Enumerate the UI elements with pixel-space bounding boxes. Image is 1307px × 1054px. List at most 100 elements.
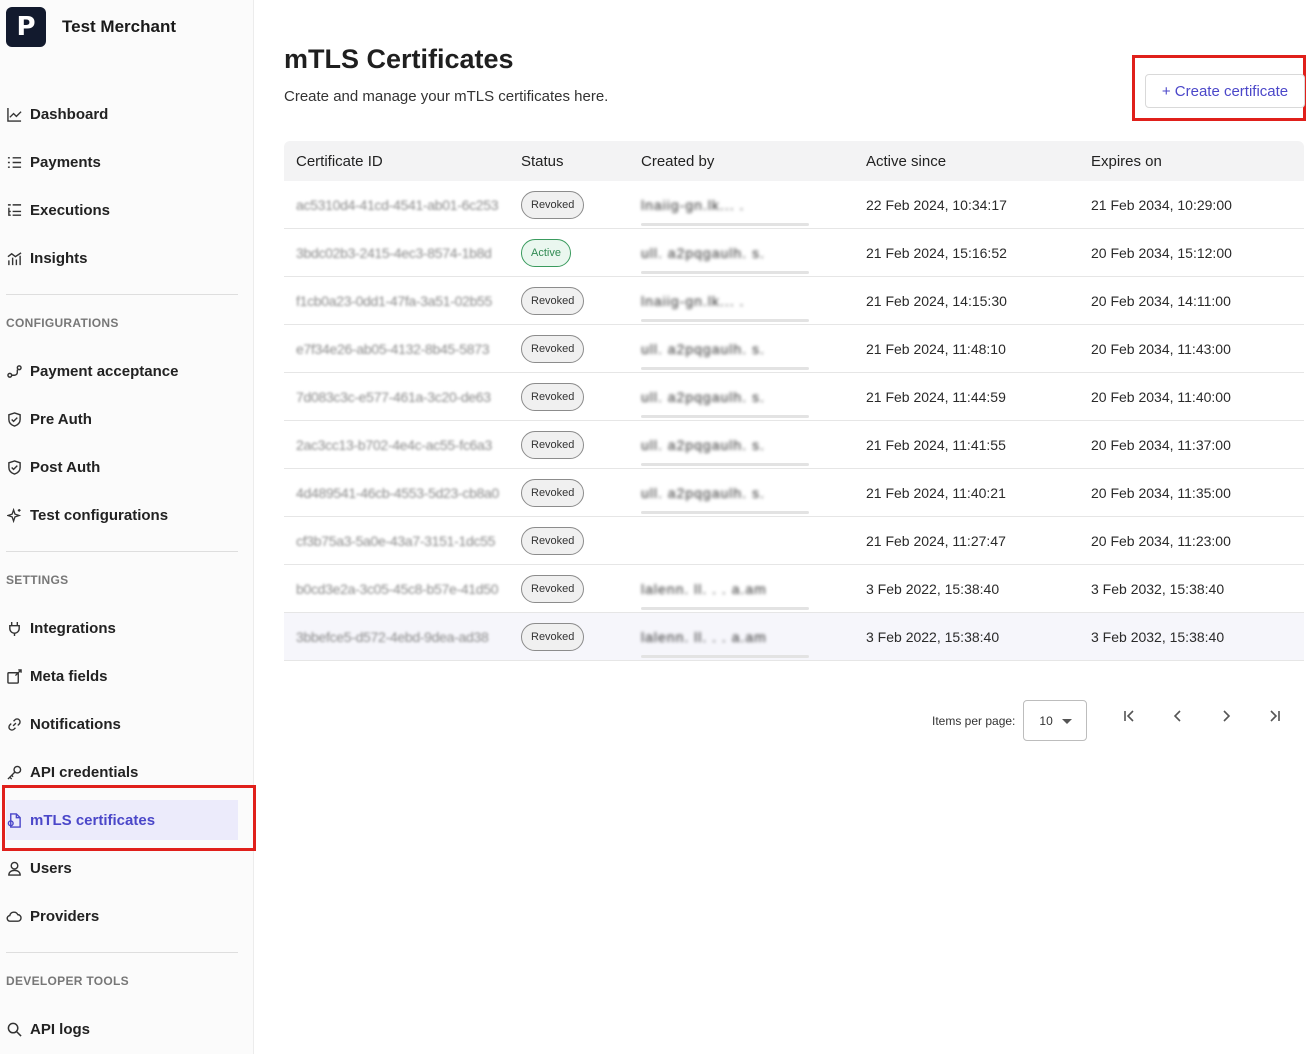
status-cell: Revoked xyxy=(521,430,641,459)
certificate-id: 3bdc02b3-2415-4ec3-8574-1b8d xyxy=(296,244,492,261)
sidebar-item-api-logs[interactable]: API logs xyxy=(6,1009,238,1049)
sidebar-item-users[interactable]: Users xyxy=(6,848,238,888)
pagination: Items per page: 10 xyxy=(932,700,1088,741)
flow-icon xyxy=(6,363,22,379)
certificate-id-cell: 2ac3cc13-b702-4e4c-ac55-fc6a3 xyxy=(284,437,521,453)
sidebar-item-providers[interactable]: Providers xyxy=(6,896,238,936)
table-row[interactable]: 3bbefce5-d572-4ebd-9dea-ad38 Revoked lalen… xyxy=(284,613,1304,661)
created-by-cell: ull. a2pqgaulh. s. xyxy=(641,373,866,420)
created-by-underline xyxy=(641,463,809,466)
created-by-cell: lnaiig-gn.lk... . xyxy=(641,181,866,228)
column-header-created-by[interactable]: Created by xyxy=(641,141,866,181)
status-cell: Revoked xyxy=(521,190,641,219)
table-row[interactable]: 3bdc02b3-2415-4ec3-8574-1b8d Active ull. a… xyxy=(284,229,1304,277)
certificate-id-cell: e7f34e26-ab05-4132-8b45-5873 xyxy=(284,341,521,357)
table-body: ac5310d4-41cd-4541-ab01-6c253 Revoked lna… xyxy=(284,181,1304,661)
created-by: lalenn. ll. . . a.am xyxy=(641,628,767,645)
created-by-underline xyxy=(641,319,809,322)
edit-icon xyxy=(6,668,22,684)
plug-icon xyxy=(6,620,22,636)
sidebar-item-payment-acceptance[interactable]: Payment acceptance xyxy=(6,351,238,391)
table-row[interactable]: ac5310d4-41cd-4541-ab01-6c253 Revoked lna… xyxy=(284,181,1304,229)
brand[interactable]: P Test Merchant xyxy=(6,7,176,47)
sidebar-item-dashboard[interactable]: Dashboard xyxy=(6,94,238,134)
status-badge: Revoked xyxy=(521,190,585,219)
sidebar-item-integrations[interactable]: Integrations xyxy=(6,608,238,648)
first-page-button[interactable] xyxy=(1118,704,1142,728)
last-page-button[interactable] xyxy=(1262,704,1286,728)
last-page-icon xyxy=(1270,710,1280,722)
column-header-active-since[interactable]: Active since xyxy=(866,153,1091,170)
sidebar-item-pre-auth[interactable]: Pre Auth xyxy=(6,399,238,439)
sidebar: P Test Merchant Dashboard Payments Execu… xyxy=(0,0,254,1054)
certificate-id: e7f34e26-ab05-4132-8b45-5873 xyxy=(296,340,490,357)
certificate-id-cell: 4d489541-46cb-4553-5d23-cb8a0 xyxy=(284,485,521,501)
status-badge: Revoked xyxy=(521,286,585,315)
created-by: lnaiig-gn.lk... . xyxy=(641,196,745,213)
items-per-page-select[interactable]: 10 xyxy=(1023,700,1088,741)
divider xyxy=(6,294,238,295)
next-page-button[interactable] xyxy=(1214,704,1238,728)
divider xyxy=(6,551,238,552)
sparkle-icon xyxy=(6,507,22,523)
sidebar-item-label: Providers xyxy=(30,907,100,925)
table-row[interactable]: b0cd3e2a-3c05-45c8-b57e-41d50 Revoked lale… xyxy=(284,565,1304,613)
sidebar-item-insights[interactable]: Insights xyxy=(6,238,238,278)
sidebar-item-notifications[interactable]: Notifications xyxy=(6,704,238,744)
merchant-name: Test Merchant xyxy=(62,17,176,36)
certificate-id-cell: b0cd3e2a-3c05-45c8-b57e-41d50 xyxy=(284,581,521,597)
sidebar-item-label: Notifications xyxy=(30,715,121,733)
created-by-underline xyxy=(641,607,809,610)
items-per-page-label: Items per page: xyxy=(932,713,1016,728)
sidebar-item-label: API logs xyxy=(30,1020,91,1038)
created-by-cell: lalenn. ll. . . a.am xyxy=(641,613,866,660)
column-header-status[interactable]: Status xyxy=(521,153,641,170)
created-by-underline xyxy=(641,367,809,370)
cloud-icon xyxy=(6,908,22,924)
created-by: ull. a2pqgaulh. s. xyxy=(641,388,765,405)
certificate-id-cell: f1cb0a23-0dd1-47fa-3a51-02b55 xyxy=(284,293,521,309)
chevron-right-icon xyxy=(1223,710,1231,722)
expires-on-cell: 20 Feb 2034, 11:35:00 xyxy=(1091,484,1231,501)
created-by: lalenn. ll. . . a.am xyxy=(641,580,767,597)
column-header-certificate-id[interactable]: Certificate ID xyxy=(284,153,521,170)
chevron-left-icon xyxy=(1173,710,1181,722)
page-title: mTLS Certificates xyxy=(284,44,514,74)
caret-down-icon xyxy=(1062,719,1073,724)
expires-on-cell: 20 Feb 2034, 11:23:00 xyxy=(1091,532,1231,549)
expires-on-cell: 20 Feb 2034, 11:37:00 xyxy=(1091,436,1231,453)
sidebar-item-meta-fields[interactable]: Meta fields xyxy=(6,656,238,696)
status-cell: Revoked xyxy=(521,334,641,363)
certificate-id: 3bbefce5-d572-4ebd-9dea-ad38 xyxy=(296,628,489,645)
table-row[interactable]: 2ac3cc13-b702-4e4c-ac55-fc6a3 Revoked ull.… xyxy=(284,421,1304,469)
certificate-id-cell: ac5310d4-41cd-4541-ab01-6c253 xyxy=(284,197,521,213)
previous-page-button[interactable] xyxy=(1166,704,1190,728)
list-icon xyxy=(6,154,22,170)
sidebar-item-label: Users xyxy=(30,859,72,877)
bar-chart-icon xyxy=(6,250,22,266)
sidebar-item-label: Executions xyxy=(30,201,111,219)
table-row[interactable]: f1cb0a23-0dd1-47fa-3a51-02b55 Revoked lna… xyxy=(284,277,1304,325)
expires-on-cell: 20 Feb 2034, 14:11:00 xyxy=(1091,292,1231,309)
user-icon xyxy=(6,860,22,876)
sidebar-item-payments[interactable]: Payments xyxy=(6,142,238,182)
table-row[interactable]: e7f34e26-ab05-4132-8b45-5873 Revoked ull. … xyxy=(284,325,1304,373)
certificate-id: 7d083c3c-e577-461a-3c20-de63 xyxy=(296,388,491,405)
items-per-page-value: 10 xyxy=(1039,713,1053,728)
active-since-cell: 21 Feb 2024, 11:48:10 xyxy=(866,340,1006,357)
certificate-id-cell: cf3b75a3-5a0e-43a7-3151-1dc55 xyxy=(284,533,521,549)
sidebar-item-post-auth[interactable]: Post Auth xyxy=(6,447,238,487)
expires-on-cell: 20 Feb 2034, 11:43:00 xyxy=(1091,340,1231,357)
column-header-expires-on[interactable]: Expires on xyxy=(1091,153,1304,170)
table-row[interactable]: 7d083c3c-e577-461a-3c20-de63 Revoked ull. … xyxy=(284,373,1304,421)
table-row[interactable]: cf3b75a3-5a0e-43a7-3151-1dc55 Revoked 21 F… xyxy=(284,517,1304,565)
chart-line-icon xyxy=(6,106,22,122)
expires-on-cell: 20 Feb 2034, 11:40:00 xyxy=(1091,388,1231,405)
created-by-cell: ull. a2pqgaulh. s. xyxy=(641,325,866,372)
sidebar-item-executions[interactable]: Executions xyxy=(6,190,238,230)
table-row[interactable]: 4d489541-46cb-4553-5d23-cb8a0 Revoked ull.… xyxy=(284,469,1304,517)
created-by: ull. a2pqgaulh. s. xyxy=(641,244,765,261)
sidebar-item-test-configurations[interactable]: Test configurations xyxy=(6,495,238,535)
certificate-id: f1cb0a23-0dd1-47fa-3a51-02b55 xyxy=(296,292,493,309)
create-certificate-button[interactable]: + Create certificate xyxy=(1145,74,1305,108)
